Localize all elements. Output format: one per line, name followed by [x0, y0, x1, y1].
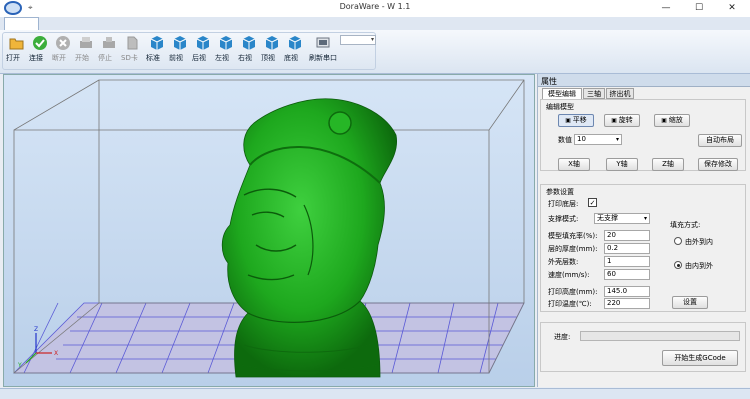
chevron-down-icon: ▾: [615, 136, 619, 143]
fill-inside-out-radio[interactable]: [674, 261, 682, 269]
height-input[interactable]: 145.0: [604, 286, 650, 297]
folder-open-icon: [9, 38, 24, 50]
cube-standard-icon: [150, 36, 164, 50]
temp-input[interactable]: 220: [604, 298, 650, 309]
cube-front-icon: [173, 36, 187, 50]
layer-label: 层的厚度(mm):: [548, 245, 598, 253]
height-label: 打印高度(mm):: [548, 288, 598, 296]
check-icon: [33, 36, 47, 50]
value-label: 数值: [558, 136, 572, 144]
connect-button[interactable]: 连接: [29, 35, 51, 69]
shell-label: 外壳层数:: [548, 258, 579, 266]
sdcard-icon: [127, 36, 138, 50]
chevron-down-icon: ▾: [370, 36, 374, 43]
support-label: 支撑模式:: [548, 215, 579, 223]
z-axis-button[interactable]: Z轴: [652, 158, 684, 171]
scale-button[interactable]: ▣ 缩放: [654, 114, 690, 127]
fill-outside-in-label: 由外到内: [685, 238, 713, 246]
shell-input[interactable]: 1: [604, 256, 650, 267]
print-base-label: 打印底层:: [548, 200, 579, 208]
x-axis-button[interactable]: X轴: [558, 158, 590, 171]
tab-three-axis[interactable]: 三轴: [583, 88, 605, 99]
scene-canvas: Z X Y: [4, 75, 534, 386]
auto-layout-button[interactable]: 自动布局: [698, 134, 742, 147]
panel-title: 属性: [541, 77, 557, 86]
tab-extruder[interactable]: 挤出机: [606, 88, 634, 99]
disconnect-icon: [56, 36, 70, 50]
progress-label: 进度:: [554, 333, 571, 341]
scale-icon: ▣: [661, 117, 669, 124]
chevron-down-icon: ▾: [643, 215, 647, 222]
rotate-icon: ▣: [611, 117, 619, 124]
toolbar-group: 打开 连接 断开 开始 停止 SD卡 标准 前视 后视 左视 右视 顶视 底视 …: [2, 32, 376, 70]
axis-label-z: Z: [34, 326, 38, 333]
properties-panel: 属性 模型编辑 三轴 挤出机 编辑模型 ▣ 平移 ▣ 旋转 ▣ 缩放 数值 10…: [537, 74, 750, 387]
title-bar: ⌖ DoraWare - W 1.1 — ☐ ✕: [0, 0, 750, 17]
rotate-button[interactable]: ▣ 旋转: [604, 114, 640, 127]
panel-header: 属性: [538, 74, 750, 87]
fill-inside-out-label: 由内到外: [685, 262, 713, 270]
disconnect-button[interactable]: 断开: [52, 35, 74, 69]
view-top-button[interactable]: 顶视: [261, 35, 283, 69]
translate-button[interactable]: ▣ 平移: [558, 114, 594, 127]
stop-button[interactable]: 停止: [98, 35, 120, 69]
temp-label: 打印温度(℃):: [548, 300, 592, 308]
cube-right-icon: [242, 36, 256, 50]
window-title: DoraWare - W 1.1: [339, 2, 411, 11]
start-print-button[interactable]: 开始: [75, 35, 97, 69]
tab-model-edit[interactable]: 模型编辑: [542, 88, 582, 99]
progress-bar: [580, 331, 740, 341]
fill-outside-in-radio[interactable]: [674, 237, 682, 245]
serial-port-select[interactable]: ▾: [340, 35, 376, 45]
support-select[interactable]: 无支撑 ▾: [594, 213, 650, 224]
view-bottom-button[interactable]: 底视: [284, 35, 306, 69]
3d-viewport[interactable]: Z X Y: [3, 74, 535, 387]
open-button[interactable]: 打开: [6, 35, 28, 69]
cube-back-icon: [196, 36, 210, 50]
model-bust[interactable]: [221, 98, 398, 378]
status-bar: [0, 388, 750, 399]
cube-left-icon: [219, 36, 233, 50]
view-standard-button[interactable]: 标准: [146, 35, 168, 69]
axis-label-y: Y: [17, 362, 22, 369]
sd-card-button[interactable]: SD卡: [121, 35, 143, 69]
refresh-port-button[interactable]: 刷新串口: [309, 35, 337, 69]
maximize-button[interactable]: ☐: [685, 0, 713, 17]
fill-label: 模型填充率(%):: [548, 232, 598, 240]
print-base-checkbox[interactable]: ✓: [588, 198, 597, 207]
ribbon-tab-home[interactable]: [4, 17, 39, 30]
print-icon: [80, 37, 92, 48]
view-left-button[interactable]: 左视: [215, 35, 237, 69]
view-front-button[interactable]: 前视: [169, 35, 191, 69]
edit-model-title: 编辑模型: [546, 103, 574, 111]
app-window: ⌖ DoraWare - W 1.1 — ☐ ✕ 打开 连接 断开 开始 停止 …: [0, 0, 750, 399]
view-right-button[interactable]: 右视: [238, 35, 260, 69]
ribbon-tab-strip: [0, 17, 750, 30]
save-changes-button[interactable]: 保存修改: [698, 158, 738, 171]
speed-label: 速度(mm/s):: [548, 271, 590, 279]
cube-top-icon: [265, 36, 279, 50]
settings-button[interactable]: 设置: [672, 296, 708, 309]
view-back-button[interactable]: 后视: [192, 35, 214, 69]
params-title: 参数设置: [546, 188, 574, 196]
refresh-port-icon: [316, 37, 330, 48]
speed-input[interactable]: 60: [604, 269, 650, 280]
fill-input[interactable]: 20: [604, 230, 650, 241]
minimize-button[interactable]: —: [652, 0, 680, 17]
axis-label-x: X: [54, 350, 58, 357]
layer-input[interactable]: 0.2: [604, 243, 650, 254]
value-select[interactable]: 10 ▾: [574, 134, 622, 145]
close-button[interactable]: ✕: [718, 0, 746, 17]
fill-mode-label: 填充方式:: [670, 221, 701, 229]
stop-icon: [103, 37, 115, 48]
toolbar-ribbon: 打开 连接 断开 开始 停止 SD卡 标准 前视 后视 左视 右视 顶视 底视 …: [0, 30, 750, 74]
cube-bottom-icon: [288, 36, 302, 50]
y-axis-button[interactable]: Y轴: [606, 158, 638, 171]
generate-gcode-button[interactable]: 开始生成GCode: [662, 350, 738, 366]
translate-icon: ▣: [565, 117, 573, 124]
